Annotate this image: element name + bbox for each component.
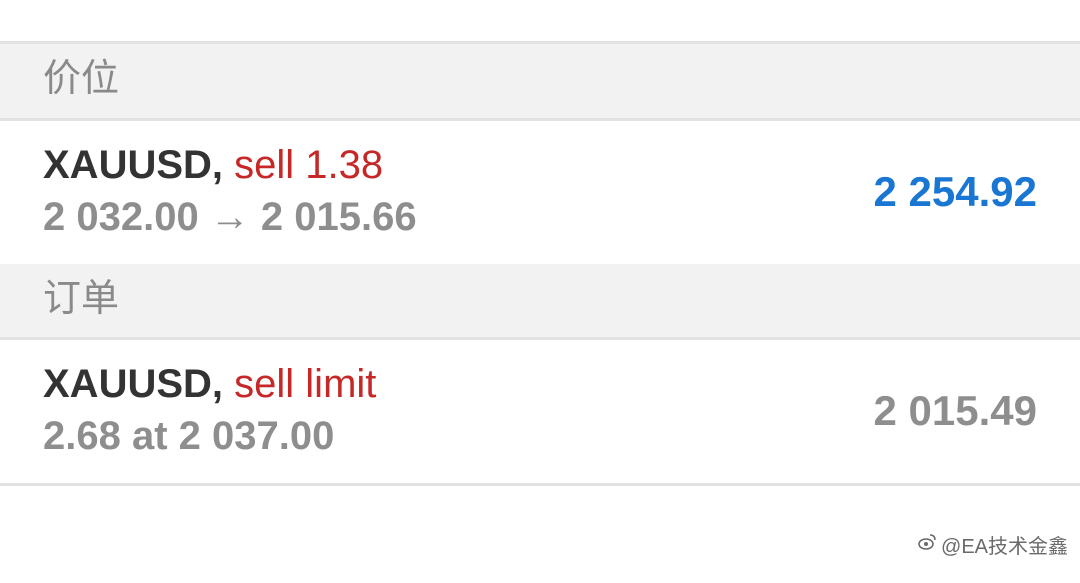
orders-section-header: 订单 [0,264,1080,340]
order-symbol: XAUUSD, [43,362,224,406]
watermark-text: @EA技术金鑫 [941,536,1068,558]
watermark: @EA技术金鑫 [917,530,1068,559]
orders-section-title: 订单 [43,278,120,320]
weibo-logo-icon [917,532,937,558]
position-trade-type: sell 1.38 [234,143,384,187]
position-title-line: XAUUSD, sell 1.38 [43,145,383,185]
position-price-line: 2 032.00 → 2 015.66 [43,195,417,239]
order-title-line: XAUUSD, sell limit [43,364,376,404]
position-symbol: XAUUSD, [43,143,224,187]
positions-section-title: 价位 [43,58,120,100]
order-trade-type: sell limit [234,362,377,406]
order-current-price: 2 015.49 [873,387,1038,434]
order-row[interactable]: XAUUSD, sell limit 2.68 at 2 037.00 2 01… [0,340,1080,486]
order-detail-line: 2.68 at 2 037.00 [43,414,335,458]
position-profit: 2 254.92 [873,168,1038,215]
positions-section-header: 价位 [0,44,1080,121]
position-row[interactable]: XAUUSD, sell 1.38 2 032.00 → 2 015.66 2 … [0,121,1080,267]
